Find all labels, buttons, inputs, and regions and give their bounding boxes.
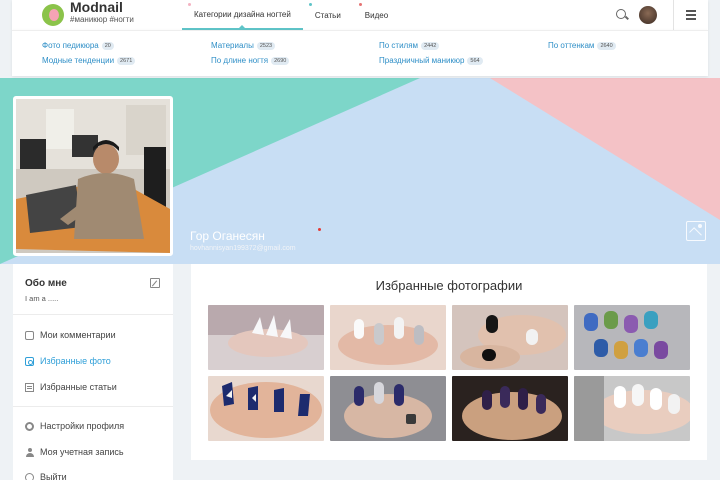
- category-label: Материалы: [211, 41, 254, 50]
- profile-name: Гор Оганесян: [190, 229, 265, 243]
- white-glitter-nails-photo[interactable]: [574, 376, 690, 441]
- search-icon[interactable]: [615, 8, 629, 22]
- category-label: Фото педикюра: [42, 41, 99, 50]
- profile-sidebar: Обо мне I am a ..... Мои комментарии Изб…: [13, 264, 173, 480]
- nav-item-video[interactable]: Видео: [353, 0, 400, 30]
- category-label: По стилям: [379, 41, 419, 50]
- category-count-badge: 564: [467, 56, 483, 65]
- navy-geometric-nails-photo[interactable]: [208, 376, 324, 441]
- nav-dot: [188, 3, 191, 6]
- user-icon: [25, 447, 34, 457]
- favorites-title: Избранные фотографии: [375, 278, 523, 293]
- about-title: Обо мне: [25, 278, 67, 289]
- sidebar-item-favorite-photos[interactable]: Избранные фото: [25, 356, 111, 366]
- blue-pattern-nails-photo[interactable]: [574, 305, 690, 370]
- category-label: По длине ногтя: [211, 56, 269, 65]
- favorite-photos-card: Избранные фотографии: [191, 264, 707, 460]
- edit-icon[interactable]: [150, 278, 160, 288]
- logo-tagline: #маникюр #ногти: [70, 15, 134, 24]
- nav-label: Видео: [364, 10, 389, 20]
- silver-ring-nails-photo[interactable]: [330, 376, 446, 441]
- category-link[interactable]: Праздничный маникюр 564: [379, 56, 483, 65]
- sidebar-item-label: Избранные фото: [40, 356, 111, 366]
- profile-photo[interactable]: [13, 96, 173, 256]
- sidebar-divider: [13, 314, 173, 315]
- hamburger-menu-icon[interactable]: [674, 0, 708, 30]
- main-nav: Категории дизайна ногтей Статьи Видео: [182, 0, 400, 30]
- category-link[interactable]: Фото педикюра 20: [42, 41, 114, 50]
- change-cover-photo-icon[interactable]: [686, 221, 706, 241]
- nav-dot: [308, 3, 312, 6]
- category-label: Праздничный маникюр: [379, 56, 465, 65]
- dark-purple-nails-photo[interactable]: [452, 376, 568, 441]
- sidebar-item-profile-settings[interactable]: Настройки профиля: [25, 421, 124, 431]
- sidebar-item-favorite-articles[interactable]: Избранные статьи: [25, 382, 117, 392]
- nav-label: Категории дизайна ногтей: [194, 9, 291, 19]
- site-logo[interactable]: Modnail #маникюр #ногти: [42, 0, 182, 26]
- category-label: Модные тенденции: [42, 56, 115, 65]
- category-link[interactable]: По оттенкам 2640: [548, 41, 616, 50]
- white-silver-nails-photo[interactable]: [330, 305, 446, 370]
- category-link[interactable]: По длине ногтя 2690: [211, 56, 290, 65]
- category-link[interactable]: Модные тенденции 2671: [42, 56, 136, 65]
- sidebar-divider: [13, 406, 173, 407]
- sidebar-item-logout[interactable]: Выйти: [25, 472, 67, 480]
- category-count-badge: 2523: [256, 41, 276, 50]
- category-count-badge: 2442: [421, 41, 440, 50]
- online-status-dot: [318, 228, 321, 231]
- nav-dot: [358, 3, 362, 6]
- logo-title: Modnail: [70, 0, 123, 15]
- sidebar-item-label: Мои комментарии: [40, 330, 116, 340]
- about-text: I am a .....: [25, 294, 59, 303]
- black-white-nails-photo[interactable]: [452, 305, 568, 370]
- category-count-badge: 2640: [597, 41, 616, 50]
- sidebar-item-my-comments[interactable]: Мои комментарии: [25, 330, 116, 340]
- profile-email: hovhannisyan199372@gmail.com: [190, 245, 296, 252]
- category-count-badge: 20: [101, 41, 114, 50]
- category-count-badge: 2671: [117, 56, 136, 65]
- category-label: По оттенкам: [548, 41, 595, 50]
- nav-label: Статьи: [314, 10, 341, 20]
- logo-mark-icon: [42, 4, 64, 26]
- sidebar-item-my-account[interactable]: Моя учетная запись: [25, 447, 124, 457]
- article-icon: [25, 382, 34, 392]
- category-link[interactable]: По стилям 2442: [379, 41, 440, 50]
- category-count-badge: 2690: [271, 56, 290, 65]
- nav-item-articles[interactable]: Статьи: [303, 0, 353, 30]
- white-stiletto-nails-photo[interactable]: [208, 305, 324, 370]
- exit-icon: [25, 472, 34, 480]
- nav-item-categories[interactable]: Категории дизайна ногтей: [182, 0, 303, 30]
- sidebar-item-label: Настройки профиля: [40, 421, 125, 431]
- sidebar-item-label: Моя учетная запись: [40, 447, 124, 457]
- comment-icon: [25, 330, 34, 340]
- user-avatar[interactable]: [639, 6, 657, 24]
- gear-icon: [25, 421, 34, 431]
- sidebar-item-label: Выйти: [40, 472, 67, 480]
- top-header: Modnail #маникюр #ногти Категории дизайн…: [12, 0, 708, 30]
- photo-icon: [25, 356, 34, 366]
- sidebar-item-label: Избранные статьи: [40, 382, 117, 392]
- category-link[interactable]: Материалы 2523: [211, 41, 276, 50]
- categories-dropdown: Фото педикюра 20 Модные тенденции 2671 М…: [12, 30, 708, 76]
